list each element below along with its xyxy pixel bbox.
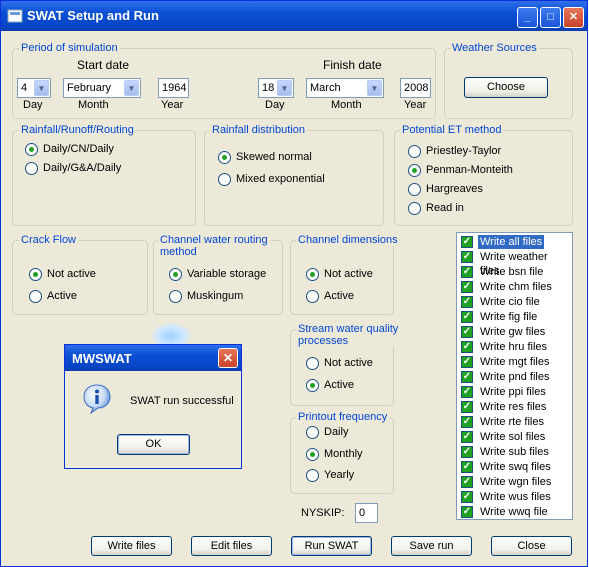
minimize-button[interactable]: _: [517, 7, 538, 28]
checkbox-checked-icon: ✓: [461, 401, 473, 413]
start-year-input[interactable]: 1964: [158, 78, 189, 98]
checkbox-checked-icon: ✓: [461, 326, 473, 338]
checkbox-checked-icon: ✓: [461, 341, 473, 353]
checkbox-checked-icon: ✓: [461, 431, 473, 443]
crack-flow-title: Crack Flow: [19, 234, 79, 246]
checkbox-checked-icon: ✓: [461, 356, 473, 368]
checkbox-checked-icon: ✓: [461, 236, 473, 248]
file-option-ppi[interactable]: ✓ Write ppi files: [459, 385, 570, 400]
info-icon: [83, 384, 111, 415]
swat-setup-window: SWAT Setup and Run _ □ ✕ Period of simul…: [0, 0, 588, 567]
checkbox-checked-icon: ✓: [461, 266, 473, 278]
file-option-wwq[interactable]: ✓ Write wwq file: [459, 505, 570, 520]
file-option-hru[interactable]: ✓ Write hru files: [459, 340, 570, 355]
checkbox-checked-icon: ✓: [461, 251, 473, 263]
checkbox-checked-icon: ✓: [461, 311, 473, 323]
close-window-button[interactable]: ✕: [563, 7, 584, 28]
checkbox-checked-icon: ✓: [461, 461, 473, 473]
finish-year-input[interactable]: 2008: [400, 78, 431, 98]
checkbox-checked-icon: ✓: [461, 281, 473, 293]
write-files-list[interactable]: ✓ Write all files ✓ Write weather files ✓ W…: [456, 232, 573, 520]
file-option-cio[interactable]: ✓ Write cio file: [459, 295, 570, 310]
file-option-fig[interactable]: ✓ Write fig file: [459, 310, 570, 325]
file-option-all[interactable]: ✓ Write all files: [459, 235, 570, 250]
title-bar[interactable]: SWAT Setup and Run _ □ ✕: [1, 1, 587, 31]
edit-files-button[interactable]: Edit files: [191, 536, 272, 556]
file-option-weather[interactable]: ✓ Write weather files: [459, 250, 570, 277]
chevron-down-icon: ▼: [277, 80, 292, 96]
start-month-label: Month: [78, 99, 109, 111]
period-title: Period of simulation: [19, 42, 120, 54]
start-day-label: Day: [23, 99, 43, 111]
choose-weather-button[interactable]: Choose: [464, 77, 548, 98]
file-option-bsn[interactable]: ✓ Write bsn file: [459, 265, 570, 280]
finish-month-select[interactable]: March ▼: [306, 78, 384, 98]
start-day-select[interactable]: 4 ▼: [17, 78, 51, 98]
channel-dimensions-title: Channel dimensions: [296, 234, 400, 246]
window-title: SWAT Setup and Run: [27, 8, 159, 23]
printout-title: Printout frequency: [296, 411, 390, 423]
file-option-mgt[interactable]: ✓ Write mgt files: [459, 355, 570, 370]
file-option-wgn[interactable]: ✓ Write wgn files: [459, 475, 570, 490]
dialog-message: SWAT run successful: [130, 395, 234, 407]
file-option-sol[interactable]: ✓ Write sol files: [459, 430, 570, 445]
chevron-down-icon: ▼: [34, 80, 49, 96]
routing-title: Rainfall/Runoff/Routing: [19, 124, 136, 136]
file-option-swq[interactable]: ✓ Write swq files: [459, 460, 570, 475]
file-option-chm[interactable]: ✓ Write chm files: [459, 280, 570, 295]
app-icon: [7, 9, 23, 23]
checkbox-checked-icon: ✓: [461, 506, 473, 518]
dialog-title[interactable]: MWSWAT: [65, 345, 241, 371]
channel-routing-title: Channel water routing method: [158, 234, 270, 258]
message-dialog: MWSWAT ✕ SWAT run successful OK: [64, 344, 242, 469]
save-run-button[interactable]: Save run: [391, 536, 472, 556]
et-title: Potential ET method: [400, 124, 504, 136]
file-option-wus[interactable]: ✓ Write wus files: [459, 490, 570, 505]
dialog-ok-button[interactable]: OK: [117, 434, 190, 455]
start-year-label: Year: [161, 99, 184, 111]
stream-quality-title: Stream water quality processes: [296, 323, 401, 347]
close-button[interactable]: Close: [491, 536, 572, 556]
nyskip-input[interactable]: 0: [355, 503, 378, 523]
maximize-button[interactable]: □: [540, 7, 561, 28]
file-option-res[interactable]: ✓ Write res files: [459, 400, 570, 415]
checkbox-checked-icon: ✓: [461, 476, 473, 488]
finish-day-label: Day: [265, 99, 285, 111]
nyskip-label: NYSKIP:: [301, 507, 345, 519]
checkbox-checked-icon: ✓: [461, 386, 473, 398]
chevron-down-icon: ▼: [124, 80, 139, 96]
dialog-close-button[interactable]: ✕: [218, 348, 238, 368]
write-files-button[interactable]: Write files: [91, 536, 172, 556]
file-option-sub[interactable]: ✓ Write sub files: [459, 445, 570, 460]
checkbox-checked-icon: ✓: [461, 296, 473, 308]
file-option-rte[interactable]: ✓ Write rte files: [459, 415, 570, 430]
distribution-title: Rainfall distribution: [210, 124, 307, 136]
run-swat-button[interactable]: Run SWAT: [291, 536, 372, 556]
checkbox-checked-icon: ✓: [461, 446, 473, 458]
file-option-gw[interactable]: ✓ Write gw files: [459, 325, 570, 340]
finish-date-label: Finish date: [323, 58, 382, 72]
chevron-down-icon: ▼: [367, 80, 382, 96]
finish-month-label: Month: [331, 99, 362, 111]
finish-year-label: Year: [404, 99, 427, 111]
checkbox-checked-icon: ✓: [461, 491, 473, 503]
start-date-label: Start date: [77, 58, 130, 72]
start-month-select[interactable]: February ▼: [63, 78, 141, 98]
file-option-pnd[interactable]: ✓ Write pnd files: [459, 370, 570, 385]
finish-day-select[interactable]: 18 ▼: [258, 78, 294, 98]
weather-title: Weather Sources: [450, 42, 539, 54]
checkbox-checked-icon: ✓: [461, 371, 473, 383]
checkbox-checked-icon: ✓: [461, 416, 473, 428]
